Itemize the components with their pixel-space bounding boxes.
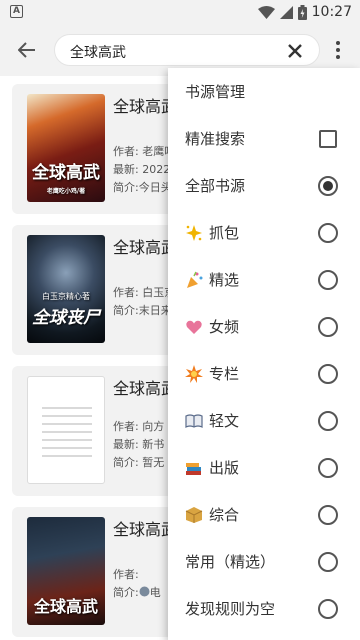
menu-item-group-nvpin[interactable]: 女频 (168, 303, 360, 350)
group-label: 综合 (209, 506, 240, 524)
menu-item-label: 综合 (185, 504, 239, 525)
book-cover: 全球高武 老鹰吃小鸡/著 (27, 94, 105, 202)
menu-item-group-zonghe[interactable]: 综合 (168, 491, 360, 538)
more-options-button[interactable] (330, 36, 346, 64)
menu-item-label: 全部书源 (185, 177, 246, 195)
alien-emoji-icon (139, 586, 150, 597)
book-author: 作者: 白玉京 (113, 286, 176, 299)
group-label: 专栏 (209, 365, 240, 383)
menu-item-label: 专栏 (185, 363, 239, 384)
sparkle-icon (186, 224, 202, 241)
more-dot-icon (336, 41, 340, 45)
menu-item-all-sources[interactable]: 全部书源 (168, 162, 360, 209)
cover-title: 全球高武 (33, 597, 98, 616)
battery-icon (297, 4, 307, 20)
party-popper-icon (187, 271, 203, 288)
app-notification-icon: A (10, 5, 23, 18)
menu-item-group-chuban[interactable]: 出版 (168, 444, 360, 491)
books-icon (186, 462, 201, 475)
more-dot-icon (336, 55, 340, 59)
book-intro: 简介:今日头 (113, 181, 172, 194)
book-intro: 简介:末日来 (113, 304, 172, 317)
menu-item-discover-empty[interactable]: 发现规则为空 (168, 585, 360, 632)
menu-item-label: 抓包 (185, 222, 239, 243)
back-arrow-icon (18, 42, 35, 58)
group-radio[interactable] (318, 363, 338, 384)
menu-item-group-zhuanlan[interactable]: 专栏 (168, 350, 360, 397)
menu-item-group-zhuabao[interactable]: 抓包 (168, 209, 360, 256)
book-intro: 简介: 暂无 (113, 456, 165, 469)
book-author: 作者: 向方 (113, 420, 165, 433)
group-label: 女频 (209, 318, 240, 336)
menu-item-label: 精准搜索 (185, 130, 246, 148)
book-cover: 白玉京精心著 全球丧尸 (27, 235, 105, 343)
group-label: 轻文 (209, 412, 240, 430)
source-filter-menu: 书源管理 精准搜索 全部书源 抓包 精选 女频 专栏 轻文 出版 综合 常用（精… (168, 68, 360, 640)
menu-item-label: 常用（精选） (185, 553, 276, 571)
heart-icon (186, 320, 202, 334)
book-intro-label: 简介: (113, 586, 139, 599)
clear-icon[interactable] (287, 43, 303, 59)
menu-item-label: 轻文 (185, 410, 239, 431)
back-button[interactable] (12, 36, 42, 64)
status-icons: 10:27 (257, 0, 352, 24)
book-author: 作者: (113, 568, 139, 581)
cover-subtitle: 白玉京精心著 (42, 292, 90, 301)
menu-item-label: 精选 (185, 269, 239, 290)
book-cover: 全球高武 (27, 517, 105, 625)
status-bar: A 10:27 (0, 0, 360, 24)
menu-item-exact-search[interactable]: 精准搜索 (168, 115, 360, 162)
cover-title: 全球高武 (32, 163, 100, 183)
menu-item-label: 发现规则为空 (185, 600, 276, 618)
group-radio[interactable] (318, 457, 338, 478)
group-radio[interactable] (318, 410, 338, 431)
group-radio[interactable] (318, 269, 338, 290)
menu-item-group-jingxuan[interactable]: 精选 (168, 256, 360, 303)
book-latest: 最新: 新书 (113, 438, 165, 451)
book-intro: 简介: 电 (113, 584, 161, 600)
menu-item-group-qingwen[interactable]: 轻文 (168, 397, 360, 444)
exact-search-checkbox[interactable] (319, 129, 337, 148)
group-radio[interactable] (318, 551, 338, 572)
menu-item-label: 书源管理 (185, 83, 246, 101)
group-radio[interactable] (318, 222, 338, 243)
menu-item-label: 出版 (185, 457, 239, 478)
cell-signal-icon (279, 5, 293, 19)
clock: 10:27 (311, 4, 352, 20)
group-label: 抓包 (209, 224, 240, 242)
group-radio[interactable] (318, 316, 338, 337)
burst-icon (185, 364, 203, 383)
more-dot-icon (336, 48, 340, 52)
book-intro-tail: 电 (149, 586, 161, 599)
group-label: 精选 (209, 271, 240, 289)
document-lines (42, 407, 92, 463)
group-radio[interactable] (318, 598, 338, 619)
cover-subtitle: 老鹰吃小鸡/著 (46, 188, 86, 195)
book-latest: 最新: 2022 (113, 163, 171, 176)
open-book-icon (185, 413, 203, 428)
group-radio[interactable] (318, 504, 338, 525)
menu-item-source-manage[interactable]: 书源管理 (168, 68, 360, 115)
search-input[interactable]: 全球高武 (70, 42, 126, 62)
placeholder-cover-icon (27, 376, 105, 484)
package-icon (185, 506, 203, 523)
menu-item-common[interactable]: 常用（精选） (168, 538, 360, 585)
search-field[interactable]: 全球高武 (54, 34, 320, 66)
all-sources-radio[interactable] (318, 175, 338, 196)
wifi-icon (257, 5, 275, 19)
cover-title: 全球丧尸 (32, 308, 100, 328)
menu-item-label: 女频 (185, 316, 239, 337)
group-label: 出版 (209, 459, 240, 477)
